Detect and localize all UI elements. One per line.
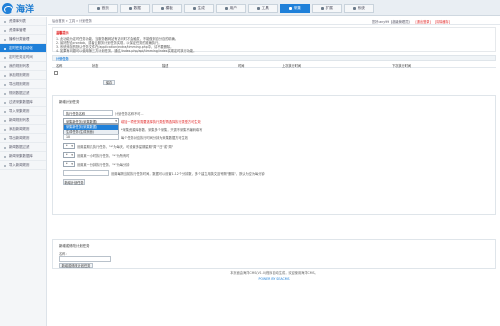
sidebar-item-add-news-rule[interactable]: 添加新闻规则 bbox=[0, 125, 46, 134]
main-nav: 首页 数据 模板 生成 用户 工具 采集 扩展 系统 bbox=[88, 4, 374, 13]
nav-item-system[interactable]: 系统 bbox=[344, 4, 374, 13]
sidebar-item-resource-list[interactable]: 资源库列表 bbox=[0, 17, 46, 26]
notice-line: 4. 如果有问题可以使用第三方计划任务，通过/index.php/api/tim… bbox=[56, 48, 197, 53]
sidebar-item-news-filter[interactable]: 新闻数据过滤 bbox=[0, 143, 46, 152]
interval-input[interactable]: 10 bbox=[63, 134, 119, 140]
sidebar: 资源库列表 资源库管理 播种分类管理 定时任务自动化 定时任务定时间 我的规则列… bbox=[0, 17, 47, 326]
top-bar: 海洋 首页 数据 模板 生成 用户 工具 采集 扩展 系统 bbox=[0, 0, 500, 16]
minute-hint: 设置某一分钟执行任务，"*"为每分钟 bbox=[77, 163, 130, 167]
notice-box: 温馨提示 1. 此功能为定时任务功能，当服务器网站有访问时才会触发，不能做到百分… bbox=[52, 27, 496, 53]
user-info: 您好:any99【超级管理员】 [退出登录] [清除缓存] bbox=[372, 19, 450, 24]
sidebar-item-category-manage[interactable]: 播种分类管理 bbox=[0, 35, 46, 44]
task-type-hint: 增加一项任务需要选择执行类型再选择执行类型方可生效 bbox=[121, 120, 201, 124]
col-time: 时间 bbox=[238, 64, 245, 68]
user-greeting: 您好:any99【超级管理员】 bbox=[371, 20, 412, 24]
user-icon bbox=[225, 7, 229, 10]
nav-item-collect[interactable]: 采集 bbox=[280, 4, 310, 13]
footer-power: POWER BY SEACMS bbox=[258, 277, 290, 281]
sidebar-item-export-news-rule[interactable]: 导出新闻规则 bbox=[0, 134, 46, 143]
sidebar-item-timed-task-time[interactable]: 定时任务定时间 bbox=[0, 53, 46, 62]
sidebar-item-add-rule[interactable]: 添加规则规则 bbox=[0, 71, 46, 80]
edit-name-input[interactable] bbox=[59, 256, 111, 262]
save-button[interactable]: 保存 bbox=[103, 80, 115, 85]
interval-hint: 每个任务对应执行时间分钟为采集数据方可生效 bbox=[121, 136, 188, 140]
logo: 海洋 bbox=[2, 2, 54, 15]
col-name: 名称 bbox=[56, 64, 63, 68]
task-table-header: 计划任务 bbox=[52, 55, 496, 61]
nav-item-data[interactable]: 数据 bbox=[120, 4, 150, 13]
col-desc: 描述 bbox=[162, 64, 169, 68]
hour-hint: 设置某一小时执行任务，"*"为所有时 bbox=[77, 154, 130, 158]
sidebar-item-news-rules[interactable]: 新闻规则列表 bbox=[0, 116, 46, 125]
data-icon bbox=[129, 7, 133, 10]
sidebar-item-news-db[interactable]: 新闻采集数据库 bbox=[0, 152, 46, 161]
nav-item-user[interactable]: 用户 bbox=[216, 4, 246, 13]
gear-icon bbox=[353, 7, 357, 10]
weekday-select[interactable]: * bbox=[63, 143, 75, 149]
time-input[interactable] bbox=[63, 170, 109, 176]
nav-label: 工具 bbox=[261, 6, 269, 10]
sidebar-item-export-rule[interactable]: 导出规则规则 bbox=[0, 80, 46, 89]
notice-title: 温馨提示 bbox=[56, 31, 69, 35]
nav-item-home[interactable]: 首页 bbox=[88, 4, 118, 13]
checkbox[interactable] bbox=[54, 71, 58, 75]
sidebar-item-import-news-rule[interactable]: 导入新闻规则 bbox=[0, 161, 46, 170]
nav-item-generate[interactable]: 生成 bbox=[184, 4, 214, 13]
task-name-input[interactable]: 执行任务名称 bbox=[63, 110, 113, 116]
params-hint: *采集资源库参数、采集多个采集，只需不采集不编码填写 bbox=[121, 128, 203, 132]
col-last-run: 上次执行时间 bbox=[282, 64, 302, 68]
col-status: 状态 bbox=[92, 64, 99, 68]
nav-item-template[interactable]: 模板 bbox=[152, 4, 182, 13]
generate-icon bbox=[193, 7, 197, 10]
nav-label: 系统 bbox=[357, 6, 365, 10]
add-task-button[interactable]: 新增计划任务 bbox=[63, 179, 85, 185]
extend-icon bbox=[321, 7, 325, 10]
sidebar-item-timed-task-auto[interactable]: 定时任务自动化 bbox=[0, 44, 46, 53]
logout-link[interactable]: [退出登录] bbox=[416, 19, 431, 24]
minute-select[interactable]: * bbox=[63, 161, 75, 167]
nav-label: 首页 bbox=[101, 6, 109, 10]
nav-label: 模板 bbox=[165, 6, 173, 10]
edit-task-title: 新增或修改计划任务 bbox=[59, 244, 90, 248]
nav-label: 生成 bbox=[197, 6, 205, 10]
template-icon bbox=[161, 7, 165, 10]
nav-item-tool[interactable]: 工具 bbox=[248, 4, 278, 13]
sidebar-item-rule-filter[interactable]: 规则数据过滤 bbox=[0, 89, 46, 98]
breadcrumb-bar: 后台首页 » 工具 » 计划任务 您好:any99【超级管理员】 [退出登录] … bbox=[48, 17, 500, 25]
add-task-title: 新增计划任务 bbox=[59, 100, 80, 104]
footer: 本页面由海洋CMS(V1.0)程序自动生成，欢迎使用海洋CMS。 POWER B… bbox=[48, 270, 500, 282]
home-icon bbox=[97, 7, 101, 10]
hour-select[interactable]: * bbox=[63, 152, 75, 158]
tool-icon bbox=[257, 7, 261, 10]
nav-label: 用户 bbox=[229, 6, 237, 10]
sidebar-item-my-rules[interactable]: 我的规则列表 bbox=[0, 62, 46, 71]
edit-task-panel: 新增或修改计划任务 名称： 新增或修改计划任务 bbox=[52, 239, 496, 269]
weekday-hint: 设置星期几执行任务，"*"为每天，可设置多星期星期"周""日"或"周" bbox=[77, 145, 174, 149]
select-all-checkbox[interactable] bbox=[54, 71, 58, 76]
clear-cache-link[interactable]: [清除缓存] bbox=[435, 19, 450, 24]
time-hint: 设置每隔当前执行任务时间，数据可以设置1-12个分钟数，多个建立用英文逗号隔"删… bbox=[111, 172, 265, 176]
nav-label: 扩展 bbox=[325, 6, 333, 10]
logo-icon bbox=[2, 2, 13, 14]
nav-item-extend[interactable]: 扩展 bbox=[312, 4, 342, 13]
logo-text: 海洋 bbox=[16, 4, 35, 15]
nav-label: 采集 bbox=[293, 6, 301, 10]
sidebar-item-import-rule[interactable]: 导入采集规则 bbox=[0, 107, 46, 116]
edit-task-button[interactable]: 新增或修改计划任务 bbox=[59, 263, 93, 268]
col-next-run: 下次执行时间 bbox=[392, 64, 412, 68]
sidebar-item-resource-manage[interactable]: 资源库管理 bbox=[0, 26, 46, 35]
sidebar-item-filter-db[interactable]: 过滤采集数据库 bbox=[0, 98, 46, 107]
breadcrumb: 后台首页 » 工具 » 计划任务 bbox=[52, 19, 92, 23]
add-task-panel: 新增计划任务 执行任务名称 计划任务名称不可... 采集新任务(采集数据) 增加… bbox=[52, 95, 496, 215]
collect-icon bbox=[289, 7, 293, 10]
nav-label: 数据 bbox=[133, 6, 141, 10]
table-head-row: 名称 状态 描述 时间 上次执行时间 下次执行时间 bbox=[52, 62, 496, 68]
task-name-hint: 计划任务名称不可... bbox=[115, 112, 144, 116]
